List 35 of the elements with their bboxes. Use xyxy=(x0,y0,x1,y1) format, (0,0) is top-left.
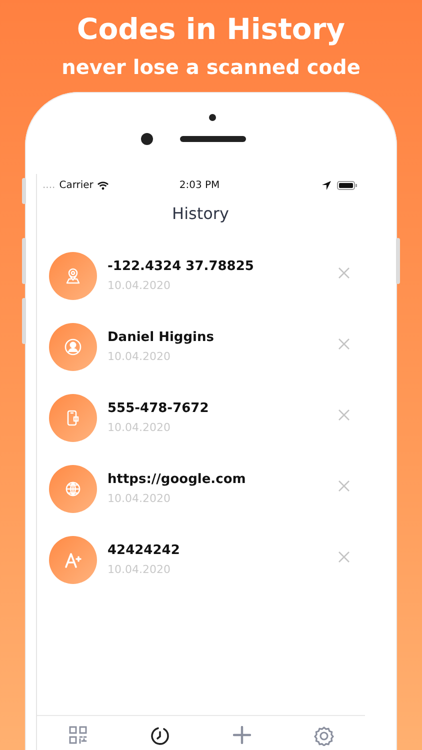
speaker-grille xyxy=(180,136,246,142)
wifi-icon xyxy=(97,180,110,190)
close-icon xyxy=(336,550,350,564)
delete-button[interactable] xyxy=(336,479,350,493)
delete-button[interactable] xyxy=(336,550,350,564)
location-pin-icon xyxy=(64,267,82,285)
camera-dot xyxy=(141,133,153,145)
delete-button[interactable] xyxy=(336,337,350,351)
delete-button[interactable] xyxy=(336,408,350,422)
battery-icon xyxy=(336,180,357,190)
item-value: 555-478-7672 xyxy=(108,401,210,416)
screen-title: History xyxy=(171,204,230,225)
plus-icon xyxy=(232,726,250,744)
sensor-dot xyxy=(209,114,216,121)
item-value: https://google.com xyxy=(108,472,247,487)
close-icon xyxy=(336,337,350,351)
text-icon xyxy=(62,551,82,569)
qr-code-icon xyxy=(68,726,86,744)
item-value: 42424242 xyxy=(108,543,181,558)
globe-icon xyxy=(64,480,82,498)
close-icon xyxy=(336,479,350,493)
settings-icon xyxy=(314,726,334,746)
headline: Codes in History xyxy=(76,12,346,46)
item-value: -122.4324 37.78825 xyxy=(108,259,255,274)
clock-icon xyxy=(150,726,170,746)
item-value: Daniel Higgins xyxy=(108,330,215,345)
location-arrow-icon xyxy=(322,180,331,190)
close-icon xyxy=(336,408,350,422)
close-icon xyxy=(336,266,350,280)
user-icon xyxy=(64,338,82,356)
signal-dots: .... xyxy=(42,180,56,190)
status-time: 2:03 PM xyxy=(178,180,221,190)
delete-button[interactable] xyxy=(336,266,350,280)
carrier-label: Carrier xyxy=(59,180,94,190)
subheadline: never lose a scanned code xyxy=(62,54,360,80)
